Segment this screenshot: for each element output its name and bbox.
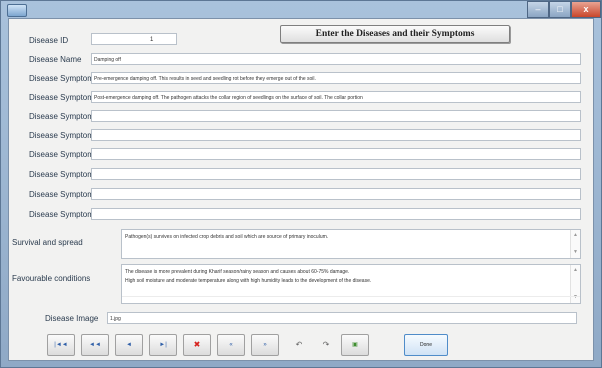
favourable-conditions-textarea[interactable]: The disease is more prevalent during Kha… [121, 264, 581, 304]
survival-spread-label: Survival and spread [12, 238, 83, 247]
form-panel: Enter the Diseases and their Symptoms Di… [8, 18, 594, 361]
application-window: – □ x Enter the Diseases and their Sympt… [0, 0, 602, 368]
minimize-button[interactable]: – [527, 1, 549, 18]
undo-icon: ↶ [295, 340, 303, 349]
last-page-button[interactable]: » [251, 334, 279, 356]
previous-page-icon: ◄◄ [89, 342, 101, 348]
next-record-button[interactable]: ►| [149, 334, 177, 356]
title-bar[interactable]: – □ x [1, 1, 601, 18]
save-icon: ▣ [352, 342, 358, 348]
disease-id-field[interactable]: 1 [91, 33, 177, 45]
next-record-icon: ►| [159, 342, 167, 348]
disease-image-label: Disease Image [45, 314, 99, 323]
survival-spread-line: Pathogen(s) survives on infected crop de… [125, 234, 329, 240]
maximize-button[interactable]: □ [549, 1, 571, 18]
symptom8-label: Disease Symptom8 [29, 210, 99, 219]
favourable-conditions-line: High soil moisture and moderate temperat… [125, 278, 372, 284]
symptom1-label: Disease Symptom1 [29, 74, 99, 83]
first-record-icon: |◄◄ [54, 342, 68, 348]
redo-icon: ↷ [322, 340, 330, 349]
scroll-up-icon[interactable]: ▲ [571, 231, 580, 240]
close-button[interactable]: x [571, 1, 601, 18]
redo-button[interactable]: ↷ [312, 334, 340, 356]
disease-name-label: Disease Name [29, 55, 82, 64]
symptom3-label: Disease Symptom3 [29, 112, 99, 121]
scroll-up-icon[interactable]: ▲ [571, 266, 580, 275]
first-record-button[interactable]: |◄◄ [47, 334, 75, 356]
app-icon [7, 4, 27, 17]
delete-icon: ✖ [193, 340, 201, 349]
last-page-icon: » [263, 342, 267, 348]
scroll-down-icon[interactable]: ▼ [571, 248, 580, 257]
symptom1-field[interactable]: Pre-emergence damping off. This results … [91, 72, 581, 84]
symptom4-label: Disease Symptom4 [29, 131, 99, 140]
symptom6-field[interactable] [91, 168, 581, 180]
disease-id-label: Disease ID [29, 36, 69, 45]
symptom7-field[interactable] [91, 188, 581, 200]
favourable-conditions-label: Favourable conditions [12, 274, 91, 283]
symptom7-label: Disease Symptom7 [29, 190, 99, 199]
symptom5-field[interactable] [91, 148, 581, 160]
undo-button[interactable]: ↶ [285, 334, 313, 356]
previous-record-button[interactable]: ◄ [115, 334, 143, 356]
disease-image-field[interactable]: 1.jpg [107, 312, 577, 324]
symptom6-label: Disease Symptom6 [29, 170, 99, 179]
save-button[interactable]: ▣ [341, 334, 369, 356]
delete-button[interactable]: ✖ [183, 334, 211, 356]
previous-page-button[interactable]: ◄◄ [81, 334, 109, 356]
symptom2-field[interactable]: Post-emergence damping off. The pathogen… [91, 91, 581, 103]
previous-record-icon: ◄ [126, 342, 132, 348]
first-page-button[interactable]: « [217, 334, 245, 356]
symptom8-field[interactable] [91, 208, 581, 220]
symptom5-label: Disease Symptom5 [29, 150, 99, 159]
horizontal-scrollbar[interactable] [122, 296, 580, 303]
symptom3-field[interactable] [91, 110, 581, 122]
first-page-icon: « [229, 342, 233, 348]
symptom2-label: Disease Symptom2 [29, 93, 99, 102]
disease-name-field[interactable]: Damping off [91, 53, 581, 65]
symptom4-field[interactable] [91, 129, 581, 141]
form-title-button[interactable]: Enter the Diseases and their Symptoms [280, 25, 510, 43]
survival-spread-scrollbar[interactable]: ▲ ▼ [570, 230, 580, 258]
favourable-conditions-line: The disease is more prevalent during Kha… [125, 269, 350, 275]
survival-spread-textarea[interactable]: Pathogen(s) survives on infected crop de… [121, 229, 581, 259]
done-button[interactable]: Done [404, 334, 448, 356]
